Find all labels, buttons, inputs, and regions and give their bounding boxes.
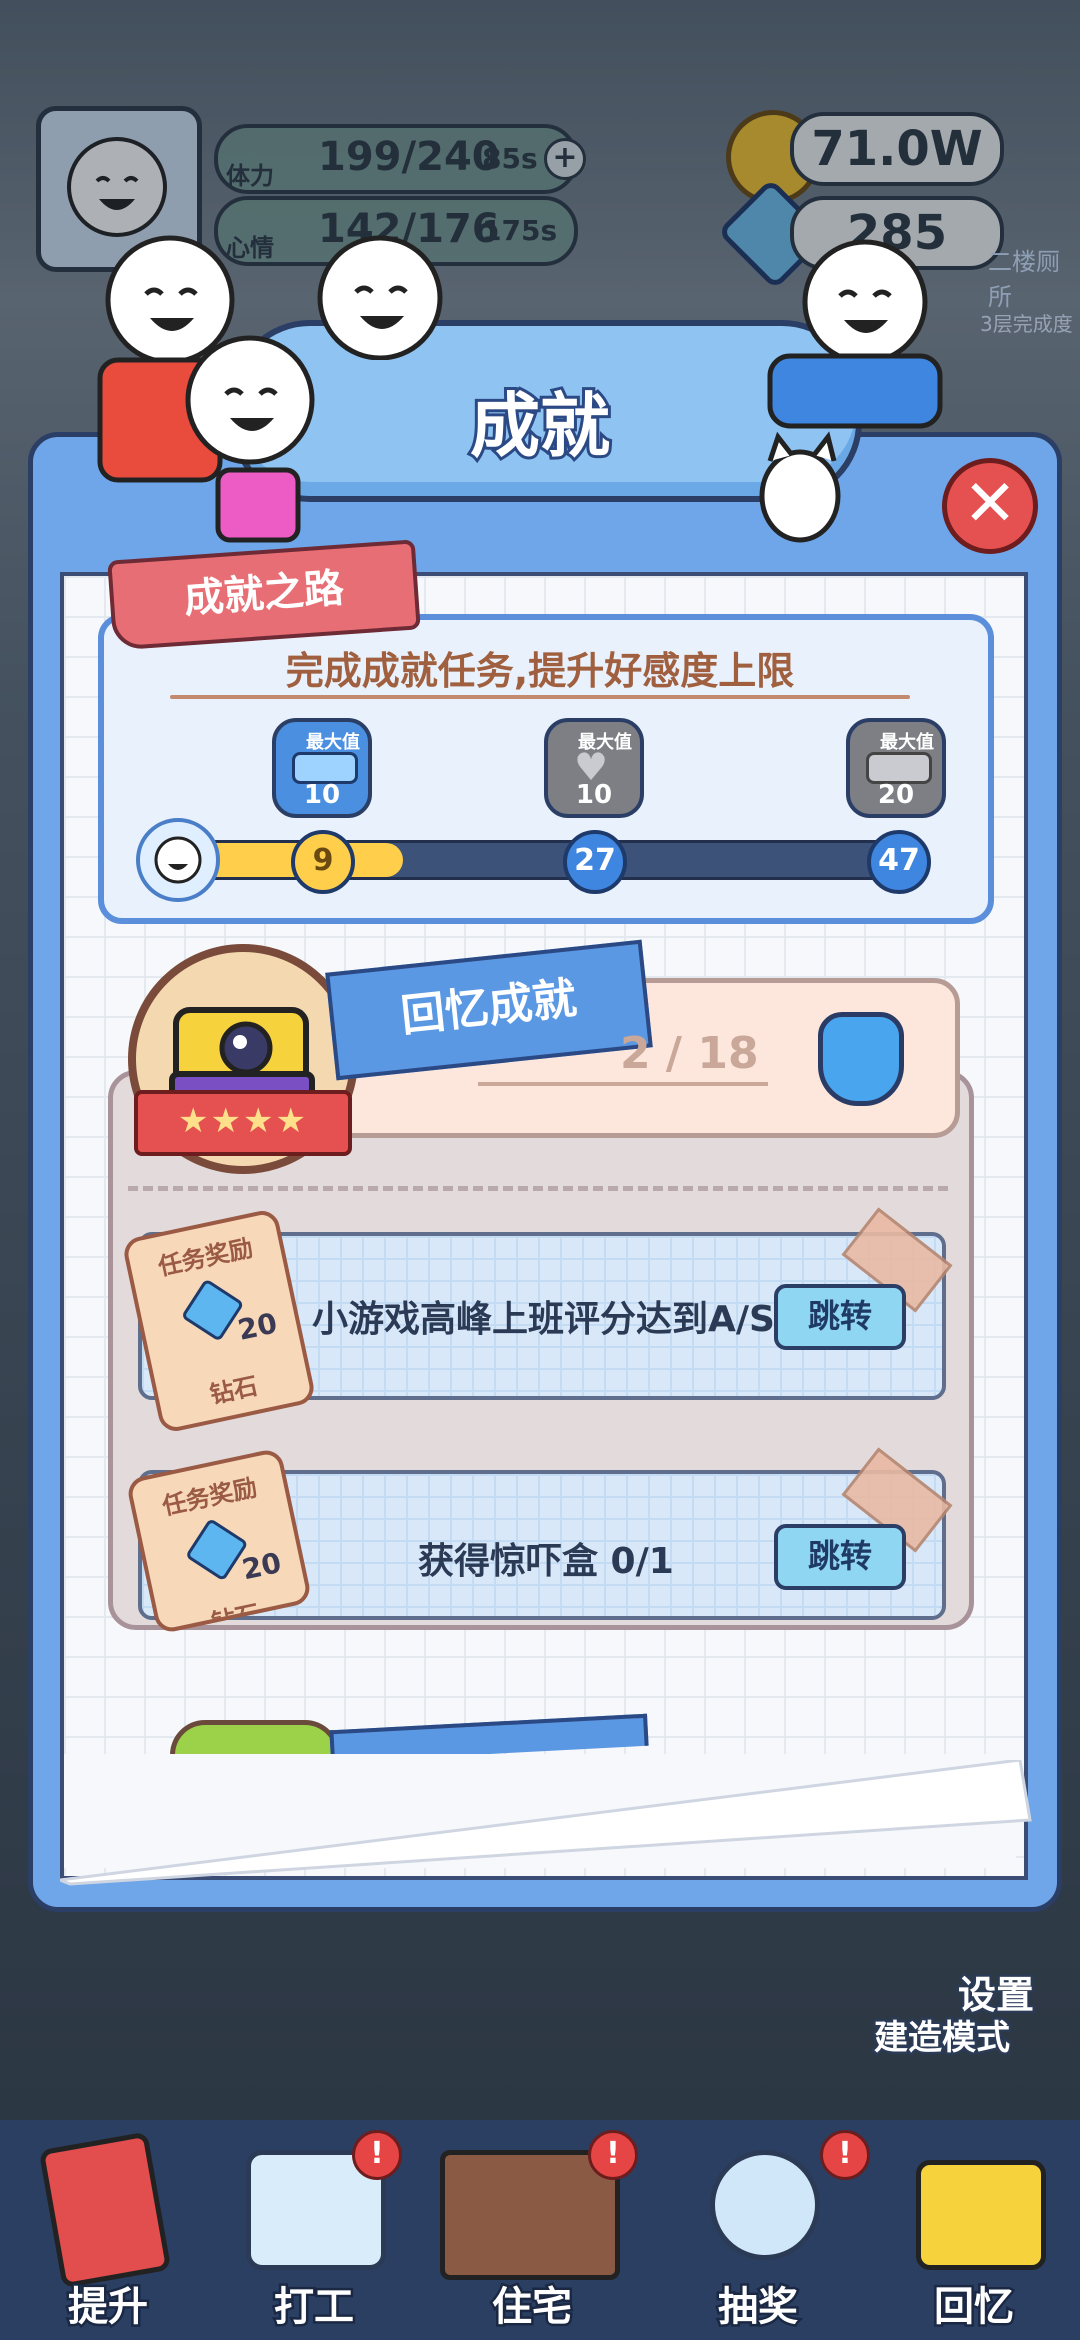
memory-progress-line (478, 1082, 768, 1086)
jump-button-2[interactable]: 跳转 (774, 1524, 906, 1590)
milestone-badge-2[interactable]: 最大值 ♥ 10 (544, 718, 644, 818)
star-rating: ★★★★ (134, 1090, 352, 1156)
nav-house-label: 住宅 (490, 2282, 575, 2333)
task-text-1: 小游戏高峰上班评分达到A/S (312, 1299, 775, 1340)
nav-work[interactable]: ! 打工 (216, 2120, 412, 2340)
close-button[interactable]: ✕ (942, 458, 1038, 554)
dashed-divider (128, 1186, 948, 1191)
character-center-illustration (317, 235, 443, 360)
nav-house-alert-icon: ! (588, 2130, 638, 2180)
jump-button-1[interactable]: 跳转 (774, 1284, 906, 1350)
milestone-value-3: 20 (877, 780, 915, 810)
paper-curl-decoration (60, 1760, 1032, 1886)
nav-upgrade-label: 提升 (66, 2282, 151, 2333)
nav-work-label: 打工 (272, 2282, 357, 2333)
gacha-machine-icon (710, 2150, 820, 2260)
reward-amount-1: 20 (235, 1306, 280, 1347)
nav-lottery[interactable]: ! 抽奖 (660, 2120, 870, 2340)
milestone-value-1: 10 (303, 780, 341, 810)
nav-work-alert-icon: ! (352, 2130, 402, 2180)
progress-avatar-icon (136, 818, 220, 902)
camera-icon (916, 2160, 1046, 2270)
nav-lottery-alert-icon: ! (820, 2130, 870, 2180)
road-subtitle: 完成成就任务,提升好感度上限 (285, 649, 795, 693)
next-card-peek (170, 1720, 340, 1755)
nav-house[interactable]: ! 住宅 (424, 2120, 640, 2340)
memory-progress-text: 2 / 18 (620, 1028, 759, 1079)
nav-memory-label: 回忆 (932, 2282, 1017, 2333)
nav-upgrade[interactable]: 提升 (10, 2120, 206, 2340)
milestone-value-2: 10 (575, 780, 613, 810)
diamond-icon (184, 1517, 249, 1582)
milestone-cap-3: 最大值 (880, 732, 934, 753)
milestone-node-2: 27 (563, 830, 627, 894)
task-text-2: 获得惊吓盒 0/1 (418, 1541, 674, 1582)
milestone-badge-1[interactable]: 最大值 10 (272, 718, 372, 818)
milestone-node-1: 9 (291, 830, 355, 894)
gem-reward-icon (818, 1012, 904, 1106)
milestone-node-3: 47 (867, 830, 931, 894)
nav-lottery-label: 抽奖 (716, 2282, 801, 2333)
diamond-icon (180, 1278, 245, 1342)
build-mode-label[interactable]: 建造模式 (872, 2010, 1013, 2061)
milestone-badge-3[interactable]: 最大值 20 (846, 718, 946, 818)
milestone-cap-1: 最大值 (306, 732, 360, 753)
book-icon (38, 2131, 172, 2289)
nav-memory[interactable]: 回忆 (876, 2120, 1072, 2340)
character-right-cat-illustration (759, 239, 943, 543)
reward-amount-2: 20 (239, 1545, 285, 1587)
reward-tag-2: 任务奖励 20 钻石 (125, 1447, 313, 1635)
road-divider (170, 695, 910, 699)
